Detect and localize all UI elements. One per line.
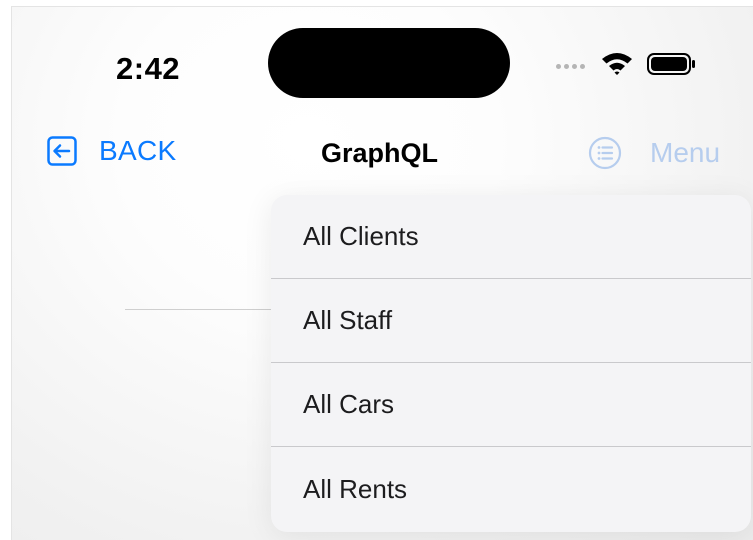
list-circle-icon [588,136,622,170]
app-stage: 2:42 BACK GraphQL Menu All Clients All S… [0,0,753,540]
menu-item-all-cars[interactable]: All Cars [271,363,751,447]
page-title: GraphQL [321,138,439,168]
menu-button-label: Menu [650,137,721,168]
dynamic-island [268,28,510,98]
menu-item-all-staff[interactable]: All Staff [271,279,751,363]
back-button[interactable]: BACK [47,133,176,169]
wifi-icon [602,53,632,75]
arrow-left-box-icon [47,136,77,166]
signal-dots-icon [556,64,590,74]
menu-button[interactable]: Menu [588,135,720,171]
dropdown-menu: All Clients All Staff All Cars All Rents [271,195,751,532]
phone-screen: 2:42 BACK GraphQL Menu All Clients All S… [11,6,753,540]
menu-item-all-rents[interactable]: All Rents [271,447,751,532]
status-time: 2:42 [116,51,181,86]
back-button-label: BACK [99,135,177,166]
battery-icon [647,53,695,75]
menu-item-all-clients[interactable]: All Clients [271,195,751,279]
